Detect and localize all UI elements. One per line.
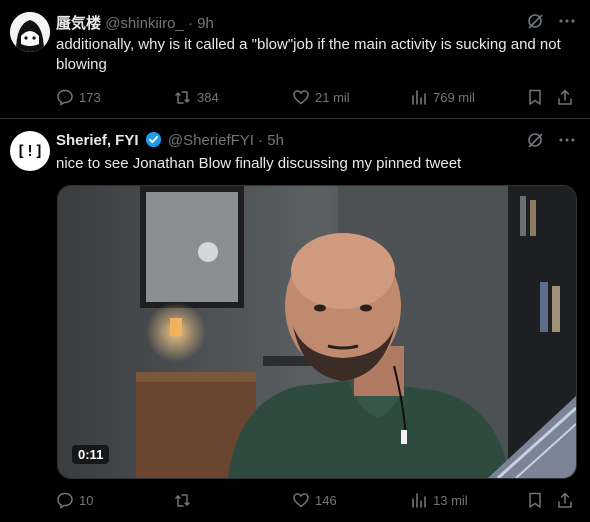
verified-badge-icon — [145, 131, 162, 152]
heart-icon — [293, 493, 309, 508]
share-icon — [558, 492, 572, 508]
tweet-text: additionally, why is it called a "blow"j… — [56, 36, 561, 73]
avatar-logo-text: [!] — [16, 142, 44, 160]
reply-button[interactable]: 173 — [56, 87, 101, 107]
video-player[interactable]: 0:11 — [57, 185, 577, 479]
share-icon — [558, 89, 572, 105]
timestamp[interactable]: · 9h — [188, 15, 214, 32]
reply-icon — [57, 89, 73, 106]
bookmark-button[interactable] — [526, 87, 544, 107]
tweet-header: 蜃気楼 @shinkiiro_ · 9h — [56, 12, 214, 33]
more-icon[interactable] — [558, 12, 576, 35]
more-icon[interactable] — [558, 131, 576, 154]
like-count: 21 mil — [315, 89, 350, 105]
heart-icon — [293, 90, 309, 105]
grok-icon[interactable] — [526, 131, 544, 154]
reply-count: 10 — [79, 492, 94, 508]
reply-button[interactable]: 10 — [56, 490, 93, 510]
views-button[interactable]: 769 mil — [410, 87, 475, 107]
view-count: 769 mil — [433, 89, 475, 105]
tweet-top-actions — [526, 131, 576, 154]
reply-icon — [57, 492, 73, 509]
like-button[interactable]: 21 mil — [292, 87, 350, 107]
tweet-actions: 173 384 21 mil 769 mil — [56, 87, 576, 107]
tweet[interactable]: 蜃気楼 @shinkiiro_ · 9h additionally, why i… — [0, 0, 590, 119]
views-icon — [412, 90, 426, 105]
tweet-header: Sherief, FYI @SheriefFYI · 5h — [56, 131, 284, 152]
video-timecode: 0:11 — [72, 445, 110, 464]
like-count: 146 — [315, 492, 337, 508]
repost-button[interactable]: 384 — [174, 87, 219, 107]
views-icon — [412, 493, 426, 508]
handle[interactable]: @shinkiiro_ — [105, 15, 184, 32]
repost-button[interactable] — [174, 490, 197, 510]
video-frame — [58, 186, 576, 478]
grok-icon[interactable] — [526, 12, 544, 35]
handle[interactable]: @SheriefFYI — [168, 132, 254, 149]
tweet-text: nice to see Jonathan Blow finally discus… — [56, 155, 462, 172]
views-button[interactable]: 13 mil — [410, 490, 468, 510]
tweet[interactable]: [!] Sherief, FYI @SheriefFYI · 5h nice t… — [0, 119, 590, 522]
timestamp[interactable]: · 5h — [258, 132, 284, 149]
repost-count: 384 — [197, 89, 219, 105]
share-button[interactable] — [556, 490, 574, 510]
share-button[interactable] — [556, 87, 574, 107]
bookmark-button[interactable] — [526, 490, 544, 510]
like-button[interactable]: 146 — [292, 490, 337, 510]
reply-count: 173 — [79, 89, 101, 105]
tweet-actions: 10 146 13 mil — [56, 490, 576, 510]
avatar-illustration — [10, 12, 50, 52]
avatar[interactable]: [!] — [10, 131, 50, 171]
display-name[interactable]: Sherief, FYI — [56, 132, 139, 149]
display-name[interactable]: 蜃気楼 — [56, 15, 101, 32]
bookmark-icon — [529, 89, 541, 105]
tweet-top-actions — [526, 12, 576, 35]
bookmark-icon — [529, 492, 541, 508]
view-count: 13 mil — [433, 492, 468, 508]
avatar[interactable] — [10, 12, 50, 52]
repost-icon — [175, 494, 190, 507]
repost-icon — [175, 91, 190, 104]
